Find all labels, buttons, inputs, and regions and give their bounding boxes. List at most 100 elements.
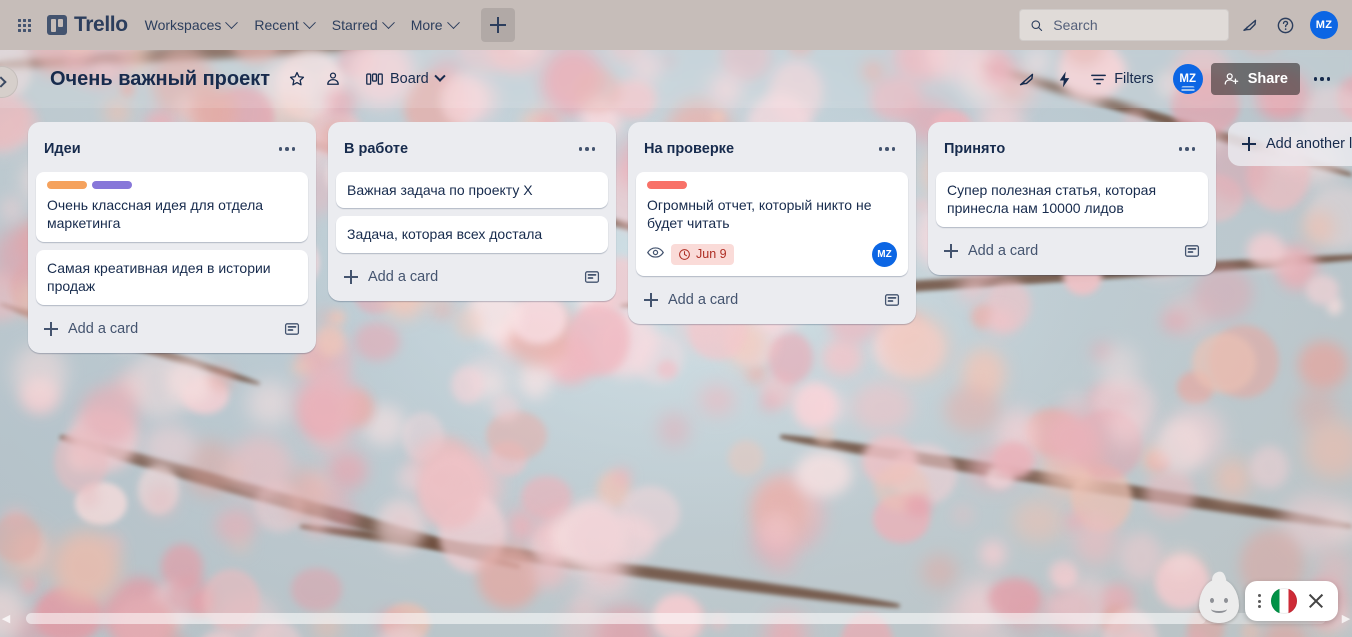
template-card-icon bbox=[584, 269, 600, 285]
card[interactable]: Очень классная идея для отдела маркетинг… bbox=[36, 172, 308, 242]
board-canvas: Идеи Очень классная идея для отдела марке… bbox=[0, 108, 1352, 600]
add-card-button[interactable]: Add a card bbox=[336, 261, 608, 293]
card[interactable]: Важная задача по проекту X bbox=[336, 172, 608, 208]
add-card-label: Add a card bbox=[668, 292, 738, 308]
chevron-down-icon bbox=[303, 16, 316, 29]
nav-menu-workspaces-label: Workspaces bbox=[145, 17, 222, 33]
chevron-down-icon bbox=[382, 16, 395, 29]
flame-mascot-icon[interactable] bbox=[1199, 579, 1239, 623]
apps-grid-icon[interactable] bbox=[12, 13, 37, 38]
list-header: На проверке bbox=[636, 130, 908, 172]
board-title[interactable]: Очень важный проект bbox=[44, 64, 276, 95]
add-another-list-label: Add another list bbox=[1266, 136, 1352, 152]
help-button[interactable] bbox=[1269, 9, 1301, 41]
vertical-dots-icon[interactable] bbox=[1258, 594, 1261, 608]
notifications-button[interactable] bbox=[1233, 9, 1265, 41]
card-template-button[interactable] bbox=[884, 292, 900, 308]
ellipsis-icon bbox=[879, 147, 896, 151]
scrollbar-thumb[interactable] bbox=[26, 613, 1206, 624]
filters-button[interactable]: Filters bbox=[1081, 65, 1162, 93]
horizontal-scrollbar[interactable]: ◀ ▶ bbox=[0, 611, 1352, 625]
widget-toolbar bbox=[1245, 581, 1338, 621]
add-card-button[interactable]: Add a card bbox=[936, 235, 1208, 267]
list-title[interactable]: На проверке bbox=[644, 141, 874, 157]
add-person-icon bbox=[1223, 71, 1240, 88]
top-navigation-bar: Trello Workspaces Recent Starred More bbox=[0, 0, 1352, 50]
nav-menu-recent[interactable]: Recent bbox=[245, 9, 322, 41]
card-title: Огромный отчет, который никто не будет ч… bbox=[647, 196, 897, 233]
filter-icon bbox=[1090, 72, 1107, 87]
automation-button[interactable] bbox=[1049, 64, 1079, 94]
ellipsis-icon bbox=[279, 147, 296, 151]
card[interactable]: Самая креативная идея в истории продаж bbox=[36, 250, 308, 305]
board-menu-button[interactable] bbox=[1306, 63, 1338, 95]
board-view-switcher[interactable]: Board bbox=[358, 66, 452, 92]
card-template-button[interactable] bbox=[284, 321, 300, 337]
support-widget bbox=[1199, 579, 1338, 623]
card-title: Задача, которая всех достала bbox=[347, 225, 597, 243]
italy-flag-icon[interactable] bbox=[1271, 588, 1297, 614]
star-board-button[interactable] bbox=[282, 64, 312, 94]
add-card-button[interactable]: Add a card bbox=[36, 313, 308, 345]
list-header: Принято bbox=[936, 130, 1208, 172]
card-label[interactable] bbox=[647, 181, 687, 189]
card-template-button[interactable] bbox=[1184, 243, 1200, 259]
scroll-left-arrow-icon[interactable]: ◀ bbox=[0, 612, 12, 625]
template-card-icon bbox=[1184, 243, 1200, 259]
user-avatar[interactable]: MZ bbox=[1310, 11, 1338, 39]
flame-shape bbox=[1199, 579, 1239, 623]
mascot-eye-left bbox=[1210, 598, 1214, 603]
search-box[interactable] bbox=[1019, 9, 1229, 41]
card-title: Супер полезная статья, которая принесла … bbox=[947, 181, 1197, 218]
due-date-badge[interactable]: Jun 9 bbox=[671, 244, 734, 265]
add-another-list-button[interactable]: Add another list bbox=[1228, 122, 1352, 166]
card[interactable]: Супер полезная статья, которая принесла … bbox=[936, 172, 1208, 227]
top-navigation-right: MZ bbox=[1019, 9, 1352, 41]
list-actions-button[interactable] bbox=[574, 136, 600, 162]
card-label[interactable] bbox=[92, 181, 132, 189]
create-button[interactable] bbox=[481, 8, 515, 42]
trello-logo[interactable]: Trello bbox=[41, 13, 136, 37]
nav-menu-workspaces[interactable]: Workspaces bbox=[136, 9, 246, 41]
list-title[interactable]: В работе bbox=[344, 141, 574, 157]
add-card-label: Add a card bbox=[368, 269, 438, 285]
search-input[interactable] bbox=[1051, 16, 1218, 34]
help-circle-icon bbox=[1276, 16, 1295, 35]
ellipsis-icon bbox=[579, 147, 596, 151]
card[interactable]: Задача, которая всех достала bbox=[336, 216, 608, 252]
mascot-eye-right bbox=[1224, 598, 1228, 603]
card-template-button[interactable] bbox=[584, 269, 600, 285]
list-column: Принято Супер полезная статья, которая пр… bbox=[928, 122, 1216, 275]
share-button[interactable]: Share bbox=[1211, 63, 1300, 95]
board-member-avatar[interactable]: MZ bbox=[1173, 64, 1203, 94]
board-visibility-button[interactable] bbox=[318, 64, 348, 94]
clock-icon bbox=[678, 248, 691, 261]
list-actions-button[interactable] bbox=[274, 136, 300, 162]
scrollbar-track[interactable] bbox=[26, 613, 1326, 624]
card-labels bbox=[47, 181, 297, 189]
card[interactable]: Огромный отчет, который никто не будет ч… bbox=[636, 172, 908, 276]
ellipsis-icon bbox=[1179, 147, 1196, 151]
list-title[interactable]: Принято bbox=[944, 141, 1174, 157]
due-date-text: Jun 9 bbox=[696, 246, 727, 263]
list-actions-button[interactable] bbox=[1174, 136, 1200, 162]
card-label[interactable] bbox=[47, 181, 87, 189]
add-card-button[interactable]: Add a card bbox=[636, 284, 908, 316]
card-member-avatar[interactable]: MZ bbox=[872, 242, 897, 267]
nav-menu-more[interactable]: More bbox=[402, 9, 467, 41]
nav-menu-starred[interactable]: Starred bbox=[323, 9, 402, 41]
scroll-right-arrow-icon[interactable]: ▶ bbox=[1340, 612, 1352, 625]
chevron-right-icon bbox=[0, 76, 6, 87]
list-title[interactable]: Идеи bbox=[44, 141, 274, 157]
nav-menu-starred-label: Starred bbox=[332, 17, 378, 33]
list-actions-button[interactable] bbox=[874, 136, 900, 162]
share-label: Share bbox=[1248, 71, 1288, 87]
list-column: В работе Важная задача по проекту X Задача… bbox=[328, 122, 616, 301]
plus-icon bbox=[644, 293, 658, 307]
nav-menu-more-label: More bbox=[411, 17, 443, 33]
close-icon[interactable] bbox=[1307, 592, 1325, 610]
board-share-rocket-button[interactable] bbox=[1011, 64, 1041, 94]
card-labels bbox=[647, 181, 897, 189]
board-header-bar: Очень важный проект Board bbox=[0, 50, 1352, 108]
watch-eye-icon[interactable] bbox=[647, 245, 664, 263]
